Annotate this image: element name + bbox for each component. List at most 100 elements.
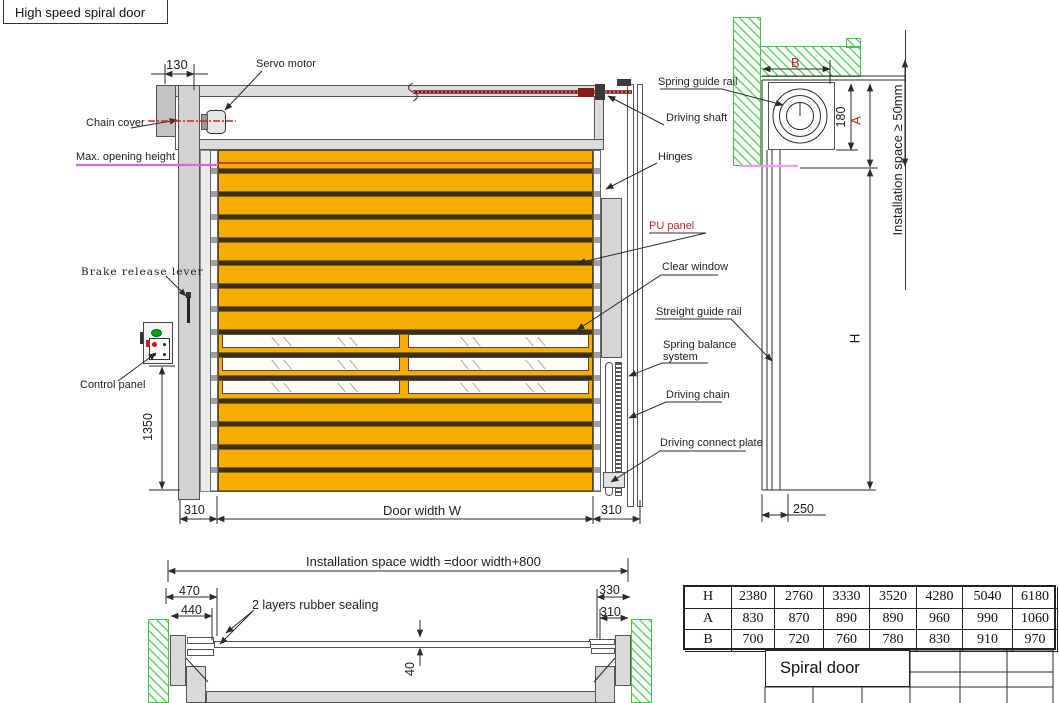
clear-window-pane	[222, 334, 400, 348]
clear-window-pane	[408, 380, 589, 394]
emergency-tab	[146, 340, 150, 347]
table-cell: 910	[963, 630, 1013, 652]
dim-b: B	[791, 55, 800, 70]
label-chain-cover: Chain cover	[86, 117, 145, 129]
table-cell: 970	[1013, 630, 1058, 652]
header-top-band	[175, 85, 604, 97]
label-servo-motor: Servo motor	[256, 58, 316, 70]
dim-310-bottom: 310	[600, 605, 621, 619]
table-cell: 830	[917, 630, 963, 652]
table-cell: 3520	[870, 587, 917, 609]
drawing-title-box: High speed spiral door	[3, 0, 168, 24]
dim-installation-space: Installation space ≥ 50mm	[890, 30, 906, 290]
dim-installation-width: Installation space width =door width+800	[306, 554, 541, 569]
label-clear-window: Clear window	[662, 261, 728, 273]
table-cell: 4280	[917, 587, 963, 609]
table-cell: 890	[870, 609, 917, 631]
rubber-seal-right-upper	[589, 639, 615, 645]
brake-release-lever-bar	[187, 297, 190, 323]
table-cell: 720	[775, 630, 824, 652]
rubber-seal-lower	[187, 649, 214, 656]
door-panel-section	[214, 641, 591, 648]
right-rail-column	[595, 666, 615, 703]
table-cell: 6180	[1013, 587, 1058, 609]
dim-1350: 1350	[141, 407, 155, 447]
right-rail-profile	[615, 635, 631, 686]
label-spring-balance-system: Spring balance system	[663, 339, 745, 363]
straight-guide-cover	[601, 198, 622, 358]
dim-h: H	[848, 324, 863, 354]
outer-rail-1	[627, 84, 634, 507]
floor-beam-section	[206, 691, 596, 703]
table-cell: 5040	[963, 587, 1013, 609]
control-button-pad	[149, 338, 170, 360]
dim-250: 250	[793, 502, 814, 516]
table-cell: 830	[732, 609, 775, 631]
dim-470: 470	[179, 584, 200, 598]
dim-310-right: 310	[601, 503, 622, 517]
control-button-red	[152, 342, 157, 347]
table-row-label: B	[685, 630, 732, 652]
label-rubber-sealing: 2 layers rubber sealing	[252, 598, 378, 612]
table-cell: 2760	[775, 587, 824, 609]
table-cell: 700	[732, 630, 775, 652]
table-cell: 990	[963, 609, 1013, 631]
wall-hatch-right	[631, 619, 652, 703]
spec-table: H 2380 2760 3330 3520 4280 5040 6180 A 8…	[683, 585, 1056, 650]
label-driving-chain: Driving chain	[666, 389, 730, 401]
label-pu-panel: PU panel	[649, 220, 694, 232]
label-control-panel: Control panel	[80, 379, 145, 391]
left-rail-column	[186, 666, 206, 703]
table-cell: 2380	[732, 587, 775, 609]
rubber-seal-right-lower	[591, 648, 615, 654]
dim-130: 130	[166, 57, 188, 72]
hinge-strip-left	[210, 150, 218, 492]
dim-a: A	[849, 108, 864, 134]
table-cell: 760	[824, 630, 870, 652]
header-right-strip	[594, 96, 604, 140]
dim-440: 440	[181, 603, 202, 617]
label-streight-guide-rail: Streight guide rail	[656, 306, 742, 318]
left-rail-profile	[170, 635, 186, 686]
dim-door-width: Door width W	[383, 503, 461, 518]
dim-310-left: 310	[184, 503, 205, 517]
table-cell: 3330	[824, 587, 870, 609]
rubber-seal-upper	[187, 637, 214, 644]
control-button	[163, 343, 166, 346]
control-button	[163, 353, 166, 356]
wall-hatch-left	[148, 619, 169, 703]
control-button	[153, 353, 156, 356]
driving-connect-plate-part	[603, 472, 625, 488]
wall-hatch-notch	[846, 38, 861, 48]
outer-rail-2	[637, 84, 643, 507]
table-cell: 960	[917, 609, 963, 631]
table-row-label: H	[685, 587, 732, 609]
servo-motor-body	[206, 110, 226, 134]
clear-window-pane	[222, 380, 400, 394]
power-indicator-light	[151, 329, 162, 337]
spiral-housing	[768, 82, 835, 150]
technical-drawing-canvas: High speed spiral door	[0, 0, 1059, 703]
label-driving-shaft: Driving shaft	[666, 112, 727, 124]
wall-hatch-lintel	[760, 46, 861, 77]
label-max-opening-height: Max. opening height	[76, 151, 175, 163]
label-spring-guide-rail: Spring guide rail	[658, 76, 738, 88]
title-block-product-name: Spiral door	[765, 650, 910, 687]
table-cell: 870	[775, 609, 824, 631]
door-curtain-pu-panels	[218, 150, 593, 492]
dim-180: 180	[834, 102, 848, 132]
label-brake-release-lever: Brake release lever	[81, 266, 204, 278]
product-name: Spiral door	[780, 659, 860, 678]
dim-40: 40	[403, 654, 417, 684]
table-cell: 890	[824, 609, 870, 631]
table-cell: 1060	[1013, 609, 1058, 631]
label-hinges: Hinges	[658, 151, 692, 163]
clear-window-pane	[408, 334, 589, 348]
servo-motor-cap	[201, 114, 208, 130]
drawing-title: High speed spiral door	[15, 5, 145, 20]
label-driving-connect-plate: Driving connect plate	[660, 437, 763, 449]
table-cell: 780	[870, 630, 917, 652]
wall-hatch-vertical	[733, 17, 761, 166]
header-bottom-band	[197, 139, 604, 150]
hinge-strip-right	[593, 150, 601, 492]
